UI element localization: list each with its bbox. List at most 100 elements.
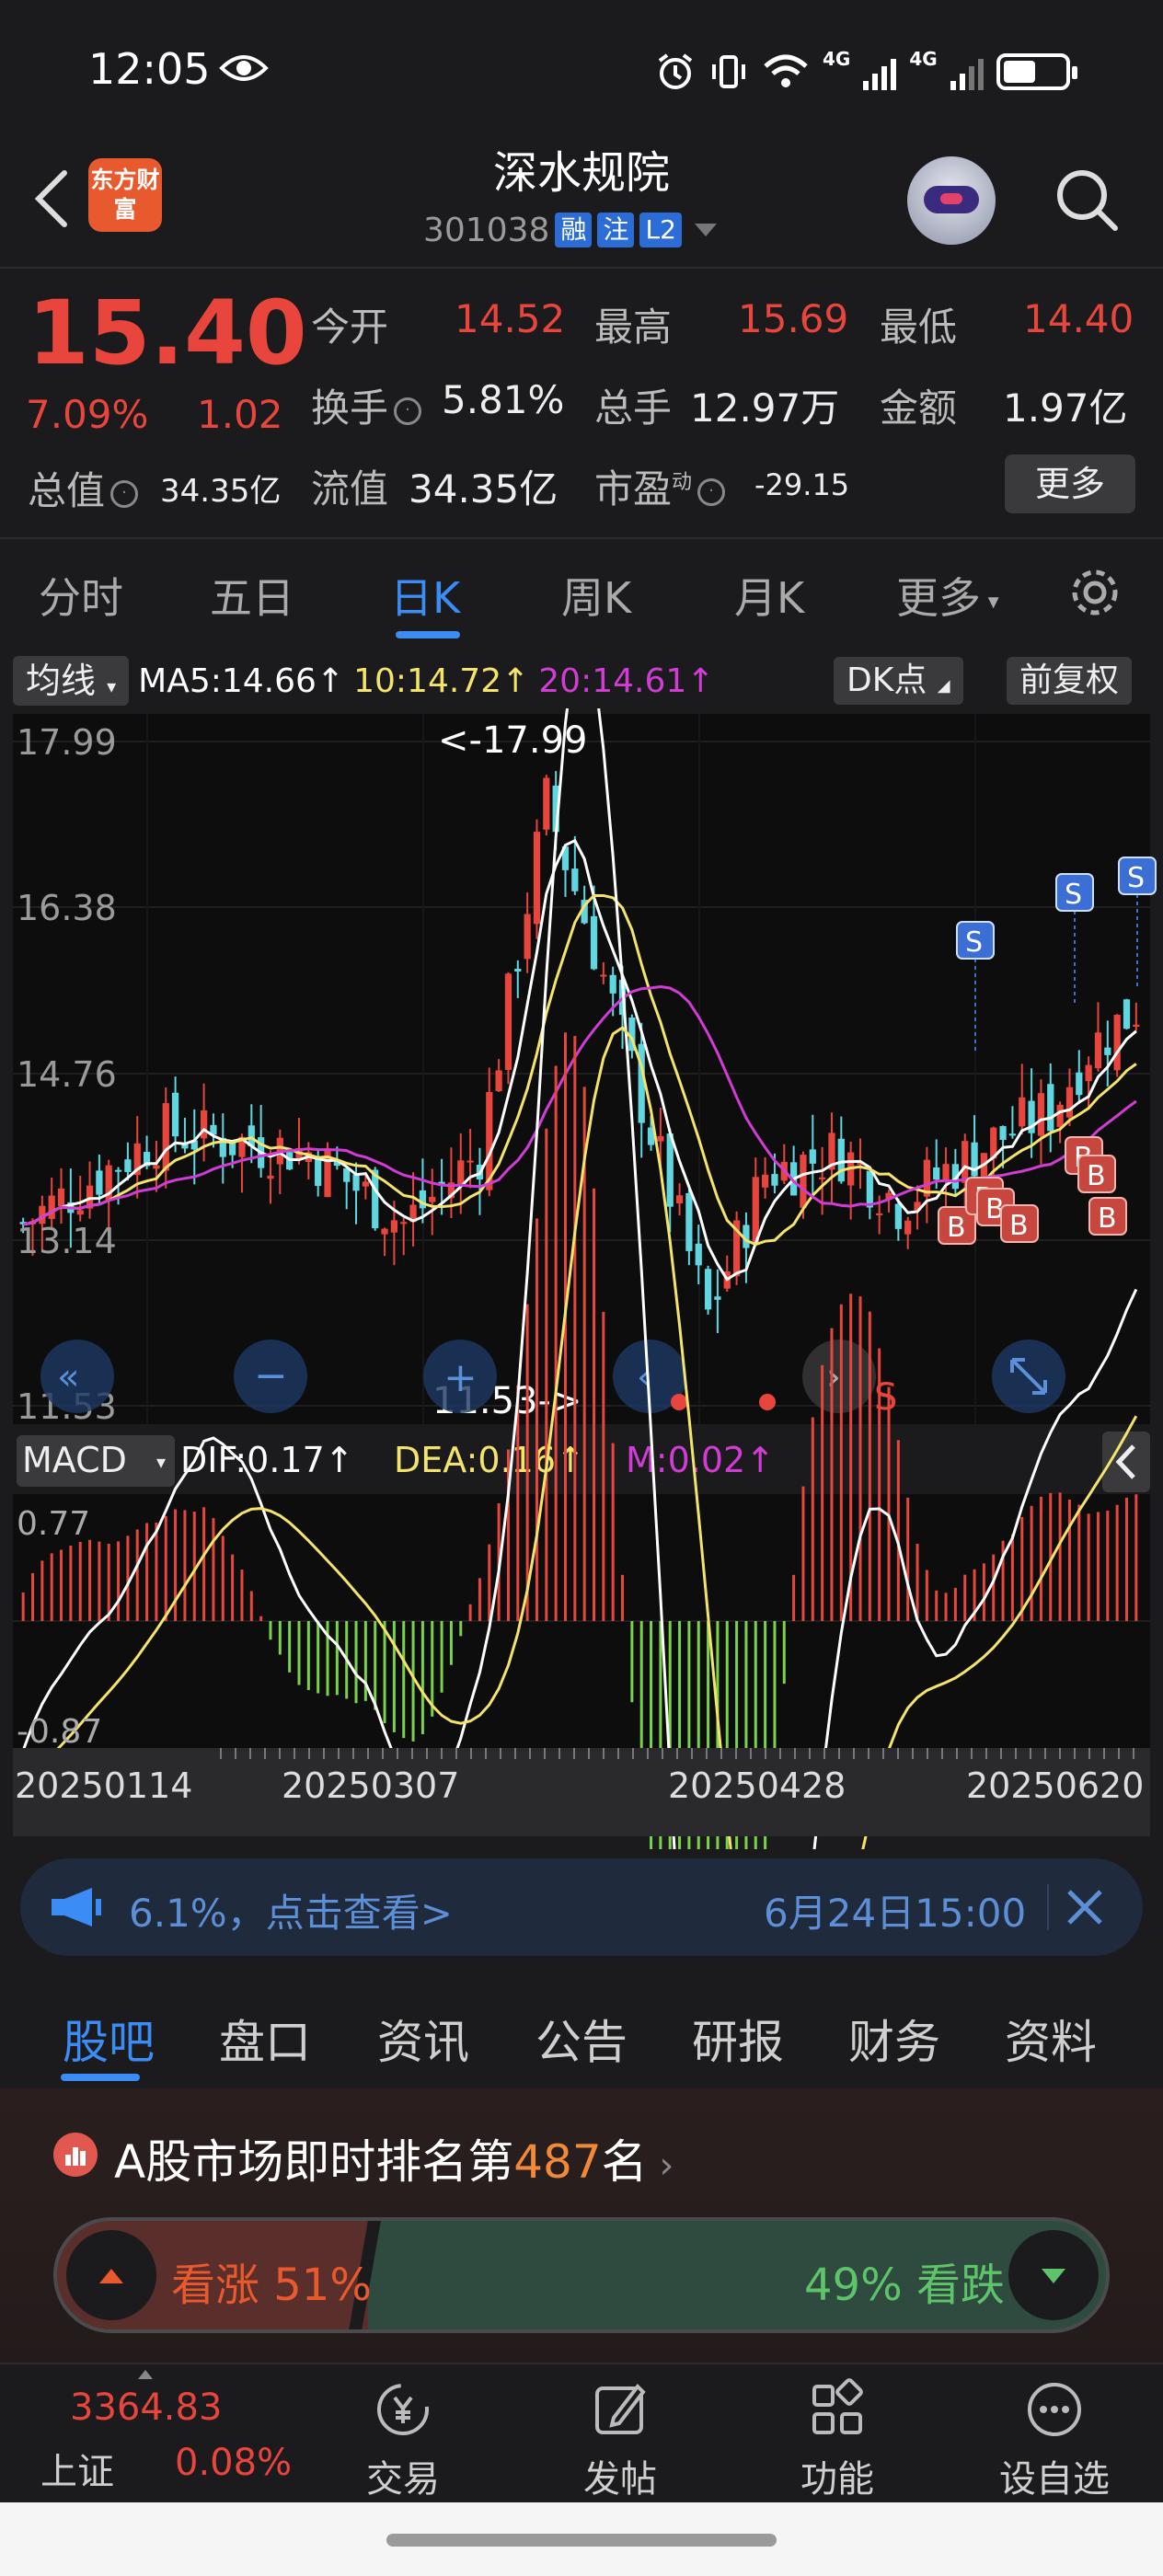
turnover-value: 5.81% [442, 377, 565, 422]
info-icon[interactable]: · [394, 397, 422, 425]
tab-weekly-k[interactable]: 周K [561, 565, 631, 626]
system-icons: 4G 4G [655, 48, 1077, 96]
trade-button[interactable]: 交易 [329, 2364, 477, 2502]
edit-icon [595, 2383, 646, 2434]
candle-body [1094, 1032, 1102, 1069]
status-bar: 12:05 4G 4G [0, 0, 1163, 138]
volume-value: 12.97万 [690, 385, 840, 431]
candle-body [114, 1169, 122, 1172]
tab-daily-k[interactable]: 日K [390, 565, 460, 626]
ma-selector[interactable]: 均线 ▾ [13, 656, 130, 706]
high-label: 最高 [594, 305, 673, 350]
post-button[interactable]: 发帖 [547, 2364, 694, 2502]
y-tick-label: 14.76 [17, 1054, 117, 1095]
caret-up-icon [138, 2370, 153, 2379]
tab-monthly-k[interactable]: 月K [734, 565, 804, 626]
close-icon[interactable] [1064, 1886, 1106, 1928]
candle-body [837, 1138, 845, 1182]
yen-cycle-icon [377, 2384, 429, 2435]
vote-up-button[interactable] [66, 2230, 156, 2320]
candle-body [590, 915, 598, 970]
buy-signal-letter: B [1098, 1202, 1117, 1235]
index-value[interactable]: 3364.83 [70, 2386, 222, 2429]
candle-body [942, 1164, 950, 1182]
candle-body [1123, 999, 1131, 1029]
promo-banner[interactable]: 6.1%，点击查看> 6月24日15:00 [20, 1858, 1143, 1956]
ma20-readout: 20:14.61↑ [538, 661, 715, 700]
functions-label: 功能 [800, 2458, 874, 2501]
candle-body [76, 1210, 84, 1215]
period-tabs: 分时 五日 日K 周K 月K 更多 ▾ [0, 543, 1163, 644]
more-button[interactable]: 更多 [1005, 454, 1135, 513]
tab-announcements[interactable]: 公告 [535, 2006, 628, 2072]
amount-label: 金额 [880, 385, 958, 431]
add-watchlist-button[interactable]: 设自选 [981, 2364, 1128, 2502]
active-tab-indicator [396, 631, 460, 638]
amount-value: 1.97亿 [1003, 385, 1128, 431]
ranking-text[interactable]: A股市场即时排名第487名 › [114, 2125, 674, 2191]
banner-time: 6月24日15:00 [764, 1891, 1027, 1936]
more-dots-icon [1028, 2383, 1081, 2436]
ma10-readout: 10:14.72↑ [353, 661, 530, 700]
tag-registered: 注 [597, 213, 635, 247]
post-label: 发帖 [583, 2458, 657, 2501]
tab-profile[interactable]: 资料 [1005, 2006, 1097, 2072]
tab-stock-forum[interactable]: 股吧 [63, 2006, 155, 2072]
functions-button[interactable]: 功能 [764, 2364, 911, 2502]
page-dot [671, 1394, 687, 1410]
turnover-label: 换手 · [311, 377, 427, 433]
current-price: 15.40 [28, 282, 307, 385]
search-icon[interactable] [1049, 162, 1123, 236]
wifi-icon [764, 54, 808, 87]
candle-body [171, 1092, 179, 1137]
status-time: 12:05 [88, 44, 211, 94]
candle-body [1065, 1087, 1074, 1118]
tab-five-day[interactable]: 五日 [210, 565, 294, 626]
y-tick-label: 17.99 [17, 722, 117, 763]
candle-body [57, 1188, 65, 1206]
bullish-label: 看涨 51% [171, 2260, 372, 2311]
assistant-robot-icon[interactable] [907, 156, 996, 245]
candle-body [704, 1269, 712, 1310]
y-tick-label: 16.38 [17, 888, 117, 928]
buy-signal-letter: B [1087, 1160, 1106, 1192]
chevron-down-icon: ▾ [156, 1451, 166, 1473]
candle-body [666, 1133, 674, 1207]
candle-body [524, 914, 531, 960]
home-indicator[interactable] [386, 2534, 777, 2547]
vote-down-button[interactable] [1008, 2230, 1099, 2320]
candle-body [457, 1160, 465, 1186]
tab-finance[interactable]: 财务 [848, 2006, 940, 2072]
x-date-label: 20250114 [15, 1765, 192, 1806]
macd-y-bottom: -0.87 [17, 1713, 102, 1751]
gear-icon[interactable] [1067, 565, 1123, 620]
index-name: 上证 [40, 2451, 114, 2493]
tab-news[interactable]: 资讯 [377, 2006, 469, 2072]
adjust-selector[interactable]: 前复权 [1007, 657, 1133, 705]
bottom-toolbar: 3364.83 上证 0.08% 交易 发帖 功能 设自选 [0, 2363, 1163, 2501]
candle-body [533, 832, 541, 925]
candle-body [400, 1222, 408, 1225]
dk-point-selector[interactable]: DK点 ◢ [834, 657, 963, 705]
change-percent: 7.09% [26, 392, 149, 437]
float-cap-value: 34.35亿 [409, 466, 558, 512]
float-cap-label: 流值 [311, 466, 389, 512]
page-dot [759, 1394, 776, 1410]
stock-code-line[interactable]: 301038 融 注 L2 [423, 210, 717, 250]
tab-research[interactable]: 研报 [692, 2006, 784, 2072]
network-type-2: 4G [909, 48, 938, 70]
y-tick-label: 13.14 [17, 1221, 117, 1261]
info-icon[interactable]: · [110, 479, 139, 508]
kline-chart[interactable]: 17.9916.3814.7613.1411.53 <-17.99 11.53-… [0, 708, 1163, 1849]
tab-order-book[interactable]: 盘口 [219, 2006, 311, 2072]
tab-more[interactable]: 更多 ▾ [896, 565, 999, 626]
network-type-1: 4G [823, 48, 851, 70]
candle-body [96, 1170, 103, 1195]
macd-dif: DIF:0.17↑ [180, 1440, 354, 1480]
info-icon[interactable]: · [697, 477, 726, 506]
pe-superscript: 动 [672, 471, 693, 494]
candle-body [657, 1135, 664, 1142]
megaphone-icon [52, 1888, 101, 1926]
tab-intraday[interactable]: 分时 [39, 565, 123, 626]
candle-body [714, 1296, 721, 1300]
